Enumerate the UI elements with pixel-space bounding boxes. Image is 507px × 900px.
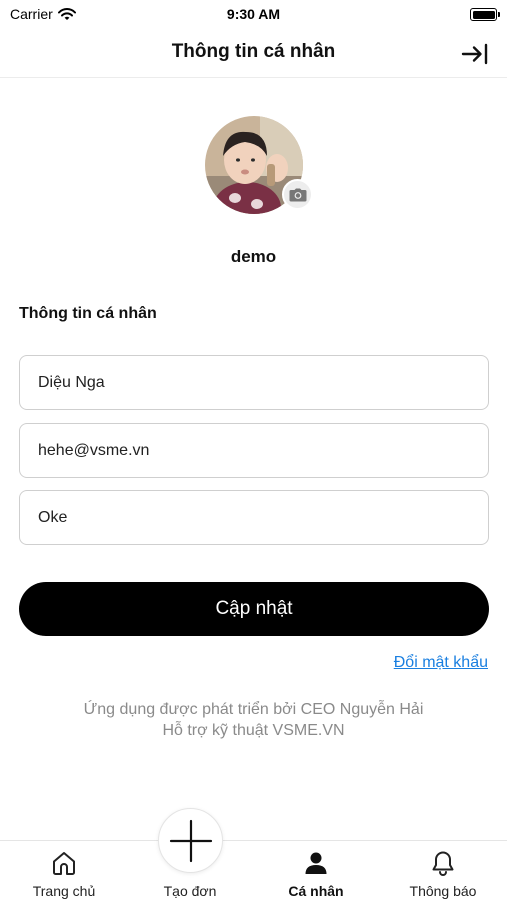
note-field[interactable] — [19, 490, 489, 545]
tab-create-label: Tạo đơn — [163, 883, 217, 899]
battery-icon — [470, 8, 500, 21]
tab-notifications[interactable]: Thông báo — [380, 841, 506, 900]
tab-notifications-label: Thông báo — [409, 883, 477, 899]
name-input[interactable] — [20, 356, 488, 409]
person-icon — [305, 852, 327, 874]
bell-icon — [432, 851, 454, 876]
tab-profile[interactable]: Cá nhân — [253, 841, 379, 900]
tab-profile-label: Cá nhân — [288, 883, 344, 899]
logout-button[interactable] — [461, 42, 489, 66]
status-time: 9:30 AM — [226, 6, 281, 22]
username: demo — [230, 247, 277, 266]
email-input[interactable] — [20, 424, 488, 477]
support-credit: Hỗ trợ kỹ thuật VSME.VN — [162, 722, 345, 739]
logout-icon — [461, 43, 488, 65]
avatar-container — [205, 116, 313, 214]
change-avatar-button[interactable] — [282, 179, 313, 210]
status-bar: Carrier 9:30 AM — [0, 0, 507, 30]
home-icon — [53, 852, 75, 875]
name-field[interactable] — [19, 355, 489, 410]
note-input[interactable] — [20, 491, 488, 544]
tab-home-label: Trang chủ — [32, 883, 96, 899]
change-password-link[interactable]: Đổi mật khẩu — [394, 654, 488, 672]
email-field[interactable] — [19, 423, 489, 478]
plus-icon — [169, 819, 212, 862]
update-button[interactable]: Cập nhật — [19, 582, 489, 636]
app-header: Thông tin cá nhân — [0, 30, 507, 78]
create-order-button[interactable] — [158, 808, 223, 873]
bottom-tab-bar: Trang chủ Tạo đơn Cá nhân Thông báo — [0, 840, 507, 900]
camera-icon — [289, 188, 306, 201]
section-title: Thông tin cá nhân — [19, 305, 157, 322]
page-title: Thông tin cá nhân — [171, 41, 336, 62]
developer-credit: Ứng dụng được phát triển bởi CEO Nguyễn … — [83, 701, 424, 718]
tab-home[interactable]: Trang chủ — [1, 841, 127, 900]
